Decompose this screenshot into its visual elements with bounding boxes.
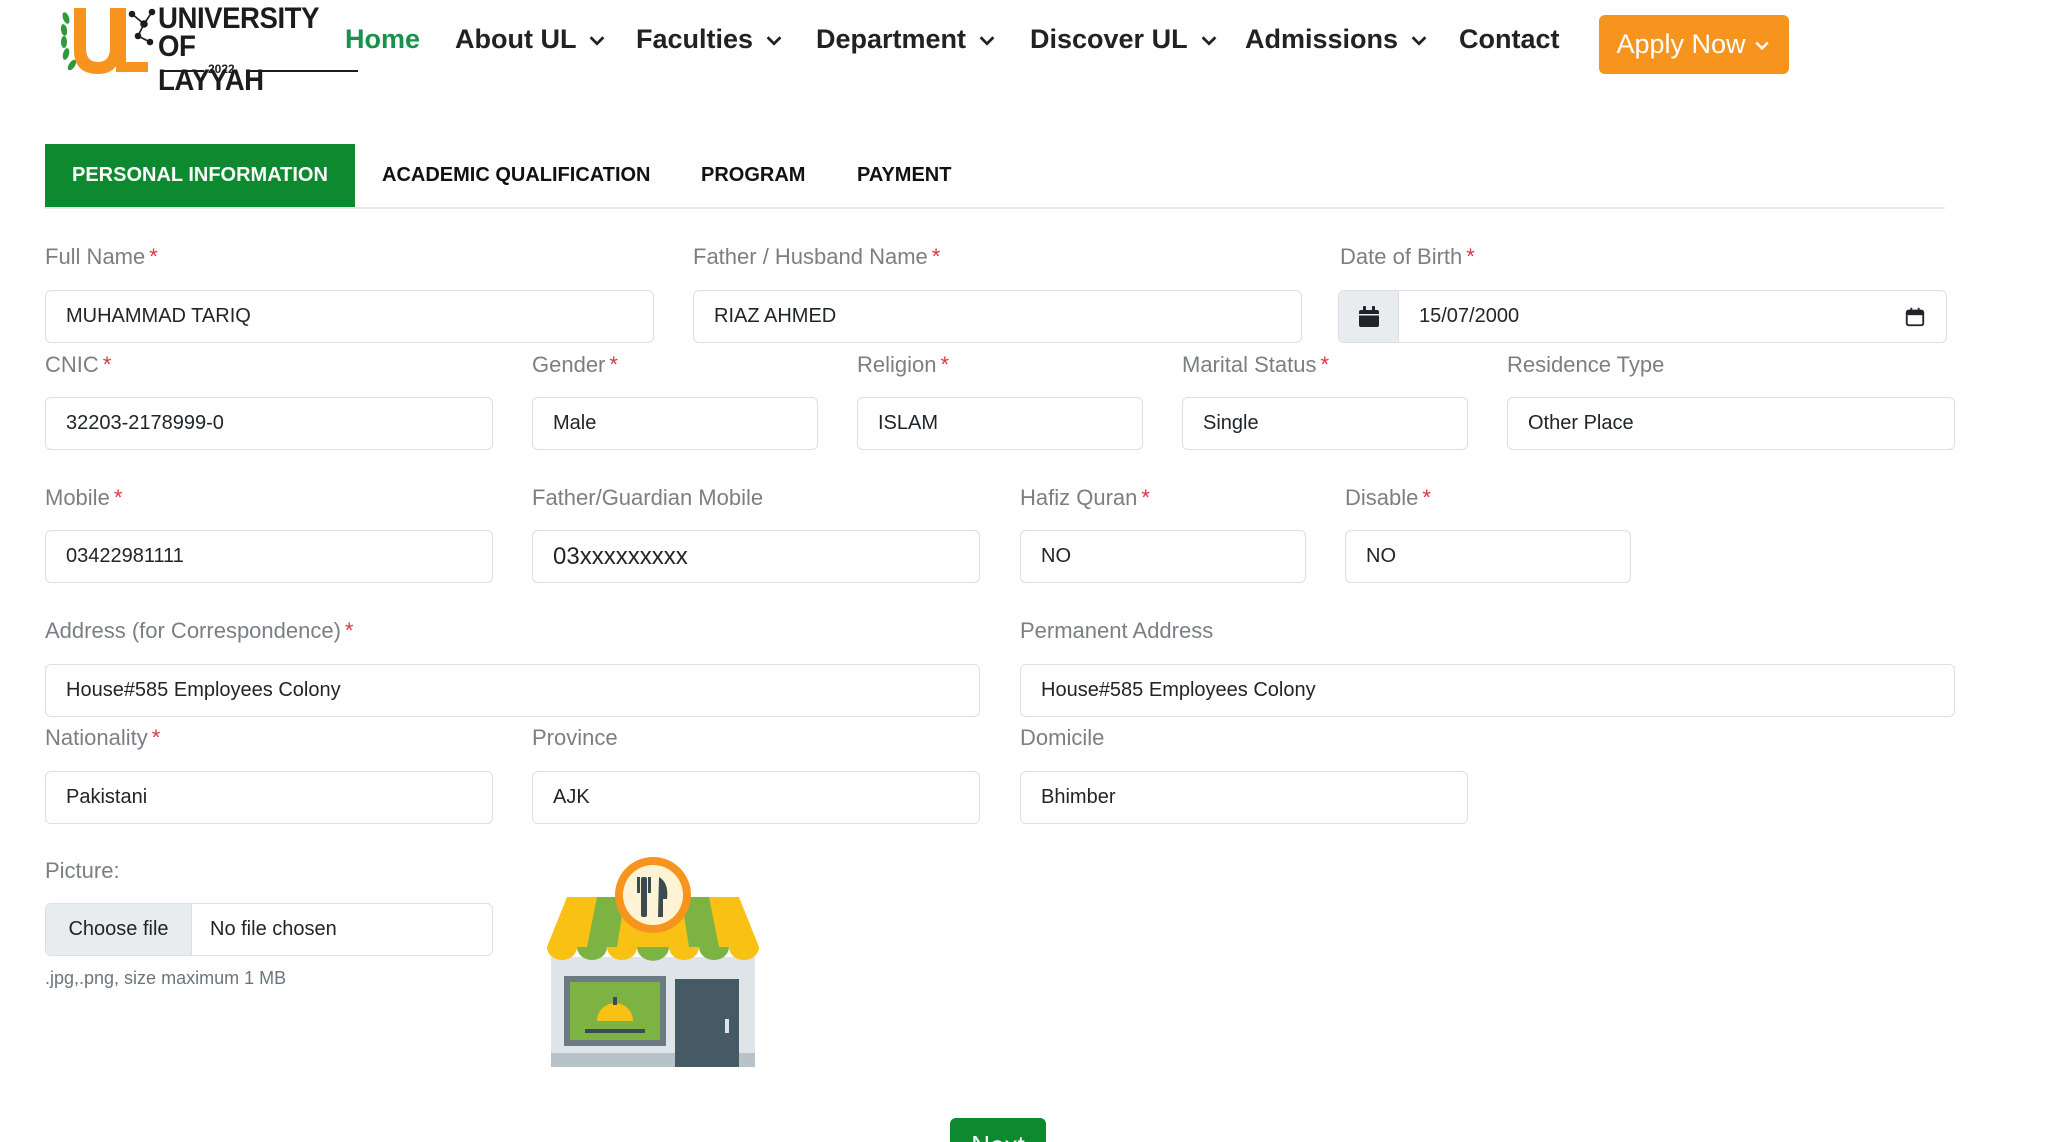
calendar-icon <box>1339 291 1399 342</box>
choose-file-button[interactable]: Choose file <box>46 904 192 955</box>
permanent-address-label: Permanent Address <box>1020 618 1214 643</box>
chevron-down-icon <box>590 35 605 46</box>
chevron-down-icon <box>1201 35 1216 46</box>
nav-department[interactable]: Department <box>816 24 998 55</box>
religion-label: Religion * <box>857 352 950 377</box>
chevron-down-icon <box>1411 35 1427 46</box>
logo-year: 2022 <box>208 62 235 76</box>
domicile-select[interactable]: Bhimber <box>1020 771 1468 824</box>
form-tabs: PERSONAL INFORMATION ACADEMIC QUALIFICAT… <box>45 144 1945 209</box>
tab-personal-information[interactable]: PERSONAL INFORMATION <box>45 144 355 207</box>
nav-label: Home <box>345 24 421 54</box>
nav-label: Faculties <box>636 24 754 54</box>
dob-label: Date of Birth * <box>1340 244 1475 269</box>
hafiz-quran-select[interactable]: NO <box>1020 530 1306 583</box>
disable-label: Disable * <box>1345 485 1431 510</box>
father-name-input[interactable]: RIAZ AHMED <box>693 290 1302 343</box>
cnic-label: CNIC * <box>45 352 112 377</box>
full-name-input[interactable]: MUHAMMAD TARIQ <box>45 290 654 343</box>
tab-label: PERSONAL INFORMATION <box>72 164 328 186</box>
picture-label: Picture: <box>45 858 120 883</box>
logo-divider <box>246 70 358 72</box>
tab-academic-qualification[interactable]: ACADEMIC QUALIFICATION <box>382 144 651 207</box>
nav-admissions[interactable]: Admissions <box>1245 24 1430 55</box>
permanent-address-input[interactable]: House#585 Employees Colony <box>1020 664 1955 717</box>
tab-payment[interactable]: PAYMENT <box>857 144 951 207</box>
father-name-label: Father / Husband Name * <box>693 244 941 269</box>
dob-value: 15/07/2000 <box>1419 305 1520 327</box>
religion-select[interactable]: ISLAM <box>857 397 1143 450</box>
residence-type-label: Residence Type <box>1507 352 1665 377</box>
nav-label: Discover UL <box>1030 24 1188 54</box>
logo-divider <box>162 70 204 72</box>
nav-faculties[interactable]: Faculties <box>636 24 785 55</box>
file-status-text: No file chosen <box>210 918 337 940</box>
domicile-label: Domicile <box>1020 725 1105 750</box>
nationality-label: Nationality * <box>45 725 161 750</box>
guardian-mobile-input[interactable]: 03xxxxxxxxx <box>532 530 980 583</box>
tab-label: PROGRAM <box>701 164 806 186</box>
marital-status-label: Marital Status * <box>1182 352 1330 377</box>
cnic-input[interactable]: 32203-2178999-0 <box>45 397 493 450</box>
nav-discover[interactable]: Discover UL <box>1030 24 1220 55</box>
chevron-down-icon <box>1754 41 1769 50</box>
dob-input[interactable]: 15/07/2000 <box>1338 290 1947 343</box>
hafiz-quran-label: Hafiz Quran * <box>1020 485 1150 510</box>
address-label: Address (for Correspondence) * <box>45 618 354 643</box>
restaurant-store-icon <box>547 857 759 1067</box>
disable-select[interactable]: NO <box>1345 530 1631 583</box>
university-logo[interactable]: UNIVERSITY OF LAYYAH 2022 <box>58 2 358 97</box>
picture-file-input[interactable]: Choose file No file chosen <box>45 903 493 956</box>
tab-label: ACADEMIC QUALIFICATION <box>382 164 651 186</box>
tab-label: PAYMENT <box>857 164 952 186</box>
marital-status-select[interactable]: Single <box>1182 397 1468 450</box>
nationality-select[interactable]: Pakistani <box>45 771 493 824</box>
guardian-mobile-label: Father/Guardian Mobile <box>532 485 764 510</box>
date-picker-icon[interactable] <box>1904 306 1926 328</box>
mobile-label: Mobile * <box>45 485 123 510</box>
gender-label: Gender * <box>532 352 618 377</box>
province-label: Province <box>532 725 618 750</box>
apply-now-label: Apply Now <box>1616 29 1746 59</box>
tab-program[interactable]: PROGRAM <box>701 144 805 207</box>
chevron-down-icon <box>766 35 782 46</box>
apply-now-button[interactable]: Apply Now <box>1599 15 1789 74</box>
gender-select[interactable]: Male <box>532 397 818 450</box>
ul-logo-mark <box>60 8 156 74</box>
nav-contact[interactable]: Contact <box>1459 24 1560 55</box>
full-name-label: Full Name * <box>45 244 158 269</box>
residence-type-select[interactable]: Other Place <box>1507 397 1955 450</box>
mobile-input[interactable]: 03422981111 <box>45 530 493 583</box>
chevron-down-icon <box>979 35 995 46</box>
address-input[interactable]: House#585 Employees Colony <box>45 664 980 717</box>
nav-label: Contact <box>1459 24 1560 54</box>
file-size-hint: .jpg,.png, size maximum 1 MB <box>45 968 287 988</box>
nav-label: Department <box>816 24 967 54</box>
nav-home[interactable]: Home <box>345 24 420 55</box>
nav-label: Admissions <box>1245 24 1399 54</box>
next-button[interactable]: Next <box>950 1118 1046 1142</box>
province-select[interactable]: AJK <box>532 771 980 824</box>
nav-label: About UL <box>455 24 577 54</box>
nav-about[interactable]: About UL <box>455 24 608 55</box>
